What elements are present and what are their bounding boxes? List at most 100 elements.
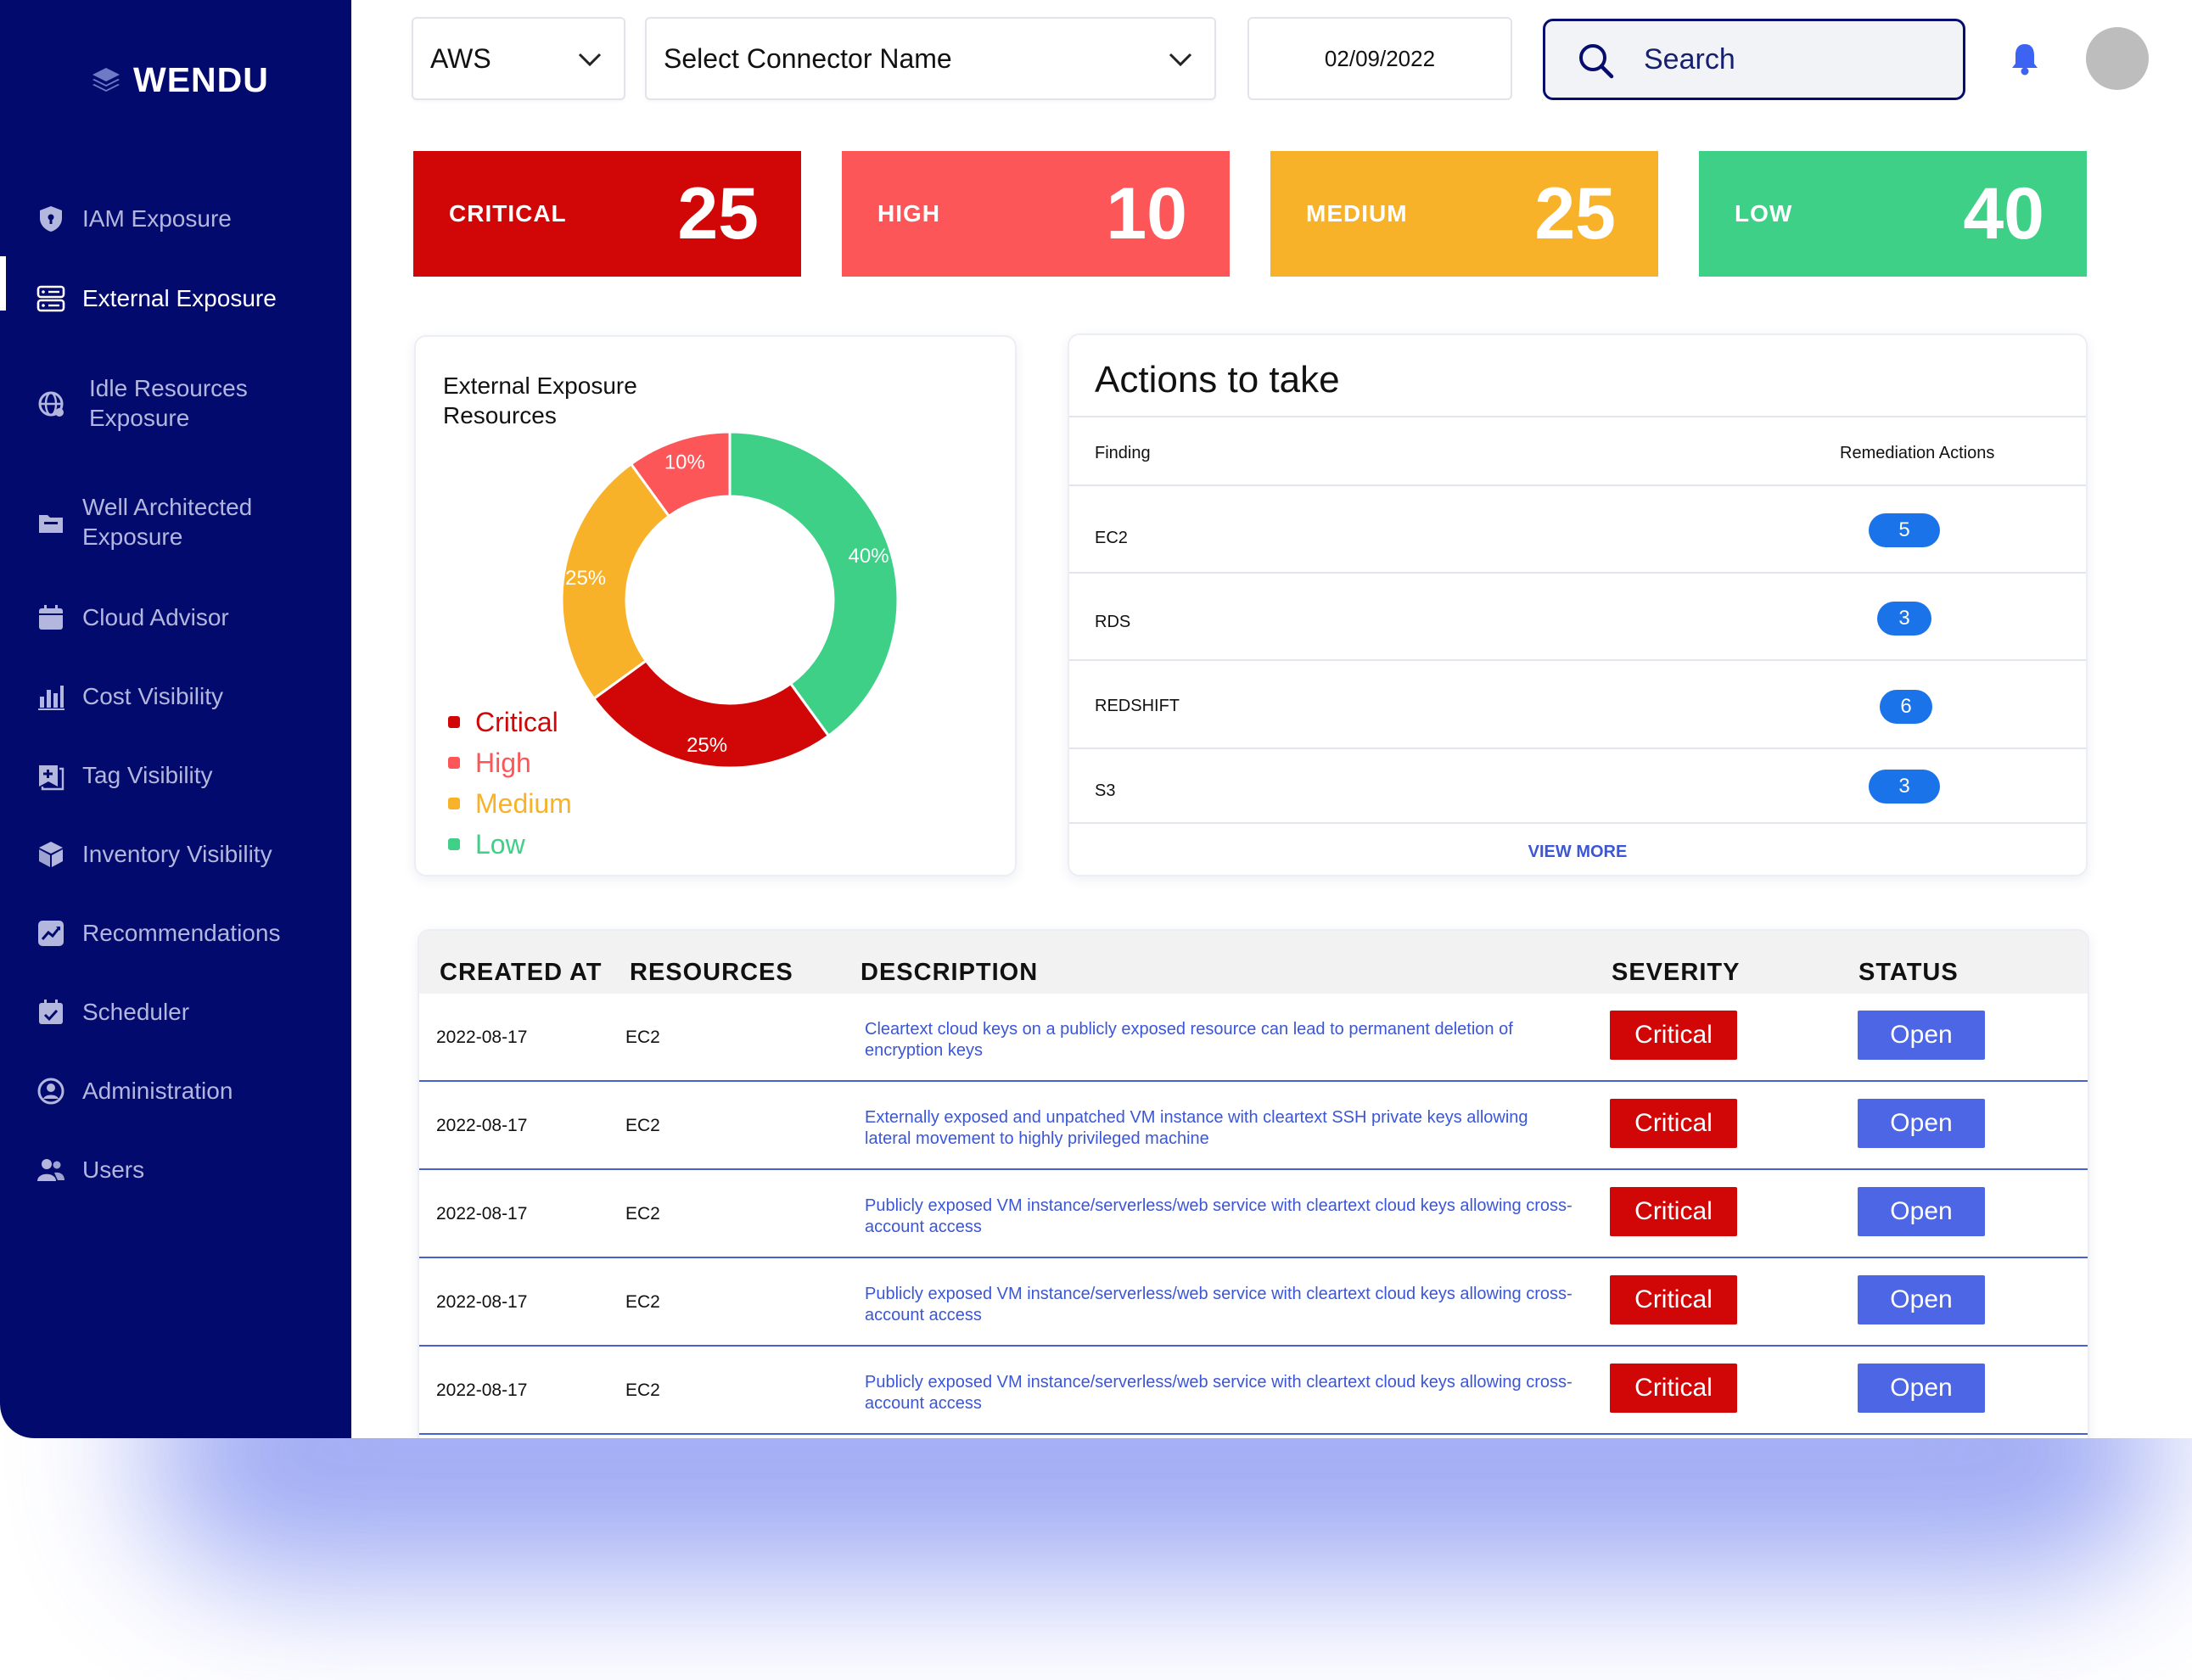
kpi-card-critical[interactable]: CRITICAL 25: [413, 151, 801, 277]
table-row[interactable]: 2022-08-17 EC2 Publicly exposed VM insta…: [419, 1170, 2088, 1258]
table-row[interactable]: 2022-08-17 EC2 Publicly exposed VM insta…: [419, 1258, 2088, 1347]
sidebar-item-label: External Exposure: [82, 285, 277, 311]
connector-select[interactable]: Select Connector Name: [645, 17, 1216, 100]
severity-badge: Critical: [1610, 1011, 1737, 1060]
table-row[interactable]: 2022-08-17 EC2 Cleartext cloud keys on a…: [419, 994, 2088, 1082]
sidebar-item-administration[interactable]: Administration: [0, 1076, 351, 1106]
created-at-cell: 2022-08-17: [436, 1204, 528, 1224]
shield-icon: [34, 202, 68, 236]
legend-swatch: [448, 798, 460, 809]
sidebar-item-users[interactable]: Users: [0, 1155, 351, 1185]
view-more-link[interactable]: VIEW MORE: [1069, 843, 2086, 862]
chevron-down-icon: [1169, 53, 1192, 67]
divider: [1069, 822, 2086, 824]
actions-panel: Actions to take Finding Remediation Acti…: [1068, 333, 2088, 876]
bell-icon[interactable]: [2009, 41, 2041, 76]
sidebar-item-label: Idle Resources Exposure: [89, 375, 248, 431]
status-button[interactable]: Open: [1858, 1187, 1985, 1236]
table-row[interactable]: 2022-08-17 EC2 Externally exposed and un…: [419, 1082, 2088, 1170]
status-button[interactable]: Open: [1858, 1099, 1985, 1148]
column-header-status[interactable]: STATUS: [1858, 959, 1959, 987]
remediation-count-badge[interactable]: 3: [1877, 602, 1931, 636]
brand-name: WENDU: [133, 59, 269, 99]
description-link[interactable]: Externally exposed and unpatched VM inst…: [865, 1107, 1578, 1150]
bar-chart-icon: [34, 680, 68, 714]
brand-logo[interactable]: WENDU: [89, 58, 269, 102]
remediation-count-badge[interactable]: 3: [1869, 770, 1940, 804]
status-button[interactable]: Open: [1858, 1275, 1985, 1324]
table-row[interactable]: 2022-08-17 EC2 Publicly exposed VM insta…: [419, 1347, 2088, 1435]
legend-item-low: Low: [448, 824, 572, 865]
donut-chart: 40% 25% 25% 10%: [560, 430, 900, 770]
kpi-label: MEDIUM: [1306, 200, 1408, 227]
sidebar-item-tag-visibility[interactable]: Tag Visibility: [0, 760, 351, 791]
donut-slice-label: 40%: [849, 545, 889, 568]
server-icon: [34, 282, 68, 316]
column-header-resources[interactable]: RESOURCES: [630, 959, 793, 987]
kpi-card-high[interactable]: HIGH 10: [842, 151, 1230, 277]
date-picker[interactable]: 02/09/2022: [1247, 17, 1512, 100]
description-link[interactable]: Publicly exposed VM instance/serverless/…: [865, 1372, 1578, 1414]
status-button[interactable]: Open: [1858, 1364, 1985, 1413]
resource-cell: EC2: [625, 1292, 660, 1312]
findings-table: CREATED AT RESOURCES DESCRIPTION SEVERIT…: [418, 929, 2089, 1438]
legend-swatch: [448, 757, 460, 769]
finding-label: REDSHIFT: [1095, 697, 1180, 715]
donut-chart-panel: External Exposure Resources 40% 25% 25% 10%…: [414, 335, 1017, 876]
sidebar-item-label: Tag Visibility: [82, 762, 213, 788]
search-placeholder: Search: [1644, 42, 1735, 76]
donut-slice-label: 25%: [565, 567, 606, 590]
sidebar-item-idle-resources[interactable]: Idle Resources Exposure: [0, 373, 351, 434]
sidebar-item-cloud-advisor[interactable]: Cloud Advisor: [0, 602, 351, 633]
legend-item-high: High: [448, 742, 572, 783]
kpi-value: 25: [677, 172, 759, 255]
donut-legend: Critical High Medium Low: [448, 702, 572, 865]
sidebar-item-label: Cost Visibility: [82, 683, 223, 709]
connector-select-placeholder: Select Connector Name: [664, 42, 952, 74]
kpi-card-low[interactable]: LOW 40: [1699, 151, 2087, 277]
description-link[interactable]: Publicly exposed VM instance/serverless/…: [865, 1284, 1578, 1326]
legend-swatch: [448, 716, 460, 728]
column-header-created-at[interactable]: CREATED AT: [440, 959, 603, 987]
trend-icon: [34, 916, 68, 950]
kpi-card-medium[interactable]: MEDIUM 25: [1270, 151, 1658, 277]
sidebar-item-recommendations[interactable]: Recommendations: [0, 918, 351, 949]
layers-icon: [93, 68, 120, 92]
sidebar-item-external-exposure[interactable]: External Exposure: [0, 256, 351, 316]
sidebar-item-inventory-visibility[interactable]: Inventory Visibility: [0, 839, 351, 870]
sidebar-item-label: Administration: [82, 1078, 233, 1104]
sidebar-item-iam-exposure[interactable]: IAM Exposure: [0, 204, 351, 234]
donut-slice-label: 10%: [664, 451, 705, 473]
sidebar-item-well-architected[interactable]: Well Architected Exposure: [0, 492, 351, 553]
column-header-description[interactable]: DESCRIPTION: [861, 959, 1038, 987]
avatar[interactable]: [2086, 27, 2149, 90]
resource-cell: EC2: [625, 1380, 660, 1400]
donut-slice-label: 25%: [687, 734, 727, 757]
created-at-cell: 2022-08-17: [436, 1380, 528, 1400]
kpi-value: 40: [1963, 172, 2044, 255]
search-input[interactable]: Search: [1543, 19, 1965, 100]
column-header-severity[interactable]: SEVERITY: [1612, 959, 1740, 987]
sidebar-item-cost-visibility[interactable]: Cost Visibility: [0, 681, 351, 712]
sidebar-item-scheduler[interactable]: Scheduler: [0, 997, 351, 1028]
tag-icon: [34, 759, 68, 792]
sidebar-item-label: Inventory Visibility: [82, 841, 272, 867]
sidebar-item-label: IAM Exposure: [82, 205, 232, 232]
sidebar-item-label: Users: [82, 1156, 145, 1183]
sidebar: WENDU IAM Exposure External Exposure Idl…: [0, 0, 351, 1438]
table-header: CREATED AT RESOURCES DESCRIPTION SEVERIT…: [419, 931, 2088, 994]
users-icon: [34, 1153, 68, 1187]
description-link[interactable]: Cleartext cloud keys on a publicly expos…: [865, 1019, 1578, 1061]
sidebar-item-label: Well Architected Exposure: [82, 494, 253, 550]
divider: [1069, 659, 2086, 661]
created-at-cell: 2022-08-17: [436, 1028, 528, 1047]
remediation-count-badge[interactable]: 5: [1869, 513, 1940, 547]
remediation-count-badge[interactable]: 6: [1880, 690, 1932, 724]
legend-item-medium: Medium: [448, 783, 572, 824]
actions-title: Actions to take: [1095, 359, 1340, 400]
provider-select[interactable]: AWS: [412, 17, 625, 100]
donut-slice-low[interactable]: [728, 430, 900, 738]
sidebar-item-label: Scheduler: [82, 999, 190, 1025]
status-button[interactable]: Open: [1858, 1011, 1985, 1060]
description-link[interactable]: Publicly exposed VM instance/serverless/…: [865, 1196, 1578, 1238]
